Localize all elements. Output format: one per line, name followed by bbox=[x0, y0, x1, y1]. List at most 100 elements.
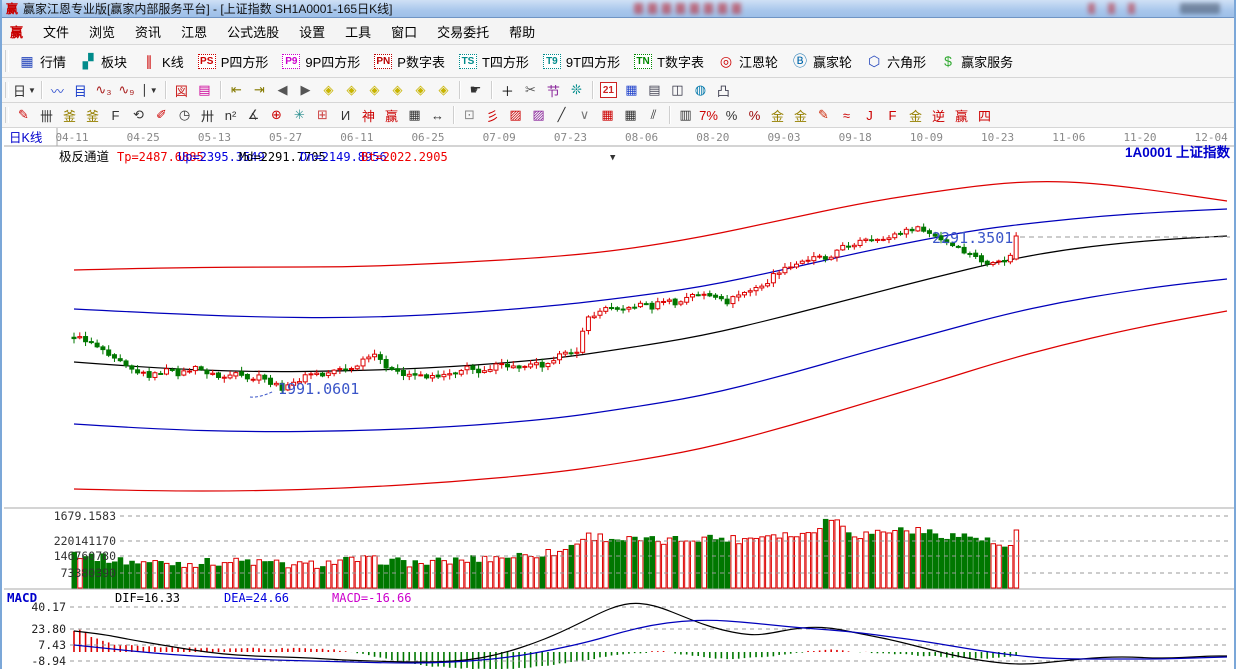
wave-3-icon[interactable]: ∿₃ bbox=[93, 80, 114, 100]
dense-grid-icon[interactable]: ▦ bbox=[597, 105, 618, 125]
first-bar-icon[interactable]: ⇤ bbox=[226, 80, 247, 100]
kline-chart-canvas[interactable]: 日K线04-1104-2505-1305-2706-1106-2507-0907… bbox=[2, 128, 1236, 669]
p-square-button[interactable]: PSP四方形 bbox=[191, 50, 276, 73]
comb2-icon[interactable]: 卅 bbox=[197, 105, 218, 125]
gold-line-icon[interactable]: 金 bbox=[790, 105, 811, 125]
shrink-h-icon[interactable]: ◈ bbox=[387, 80, 408, 100]
star-burst-icon[interactable]: ✳ bbox=[289, 105, 310, 125]
hand-tool-icon[interactable]: ☛ bbox=[465, 80, 486, 100]
draw-pen-icon[interactable]: ✎ bbox=[13, 105, 34, 125]
expand-v-icon[interactable]: ◈ bbox=[410, 80, 431, 100]
menu-item-9[interactable]: 帮助 bbox=[499, 22, 545, 43]
indicator-name[interactable]: 极反通道 bbox=[59, 150, 110, 164]
network-icon[interactable]: ◍ bbox=[690, 80, 711, 100]
ying-icon[interactable]: 赢 bbox=[381, 105, 402, 125]
ni-tool-icon[interactable]: 逆 bbox=[928, 105, 949, 125]
crosshair-tool-icon[interactable]: ＋ bbox=[497, 80, 518, 100]
mark-tool-icon[interactable]: 节 bbox=[543, 80, 564, 100]
next-bar-icon[interactable]: ▶ bbox=[295, 80, 316, 100]
wave-ab-icon[interactable]: ≈ bbox=[836, 105, 857, 125]
kline-button[interactable]: ∥K线 bbox=[134, 50, 191, 73]
n-square-icon[interactable]: n² bbox=[220, 105, 241, 125]
annotate-tool-icon[interactable]: ✂ bbox=[520, 80, 541, 100]
period-label[interactable]: 日K线 bbox=[9, 131, 43, 145]
grid-123-icon[interactable]: ▦ bbox=[404, 105, 425, 125]
gold-segment-icon[interactable]: 釜 bbox=[59, 105, 80, 125]
pct-strike-icon[interactable]: 7% bbox=[698, 105, 719, 125]
spiral-icon[interactable]: ⟲ bbox=[128, 105, 149, 125]
calendar-icon[interactable]: 21 bbox=[598, 80, 619, 100]
shen-icon[interactable]: 神 bbox=[358, 105, 379, 125]
chart-style-icon[interactable]: 〰 bbox=[47, 80, 68, 100]
web-grid-icon[interactable]: ⊞ bbox=[312, 105, 333, 125]
cycle-clock-icon[interactable]: ◷ bbox=[174, 105, 195, 125]
winner-wheel-button[interactable]: Ⓑ赢家轮 bbox=[785, 50, 859, 73]
hexagon-button[interactable]: ⬡六角形 bbox=[859, 50, 933, 73]
slash-lines-icon[interactable]: ⫽ bbox=[643, 105, 664, 125]
menu-item-4[interactable]: 公式选股 bbox=[217, 22, 289, 43]
info-list-icon[interactable]: 目 bbox=[70, 80, 91, 100]
box-grid-icon[interactable]: ▦ bbox=[620, 105, 641, 125]
menu-item-0[interactable]: 文件 bbox=[33, 22, 79, 43]
measure-bars-icon[interactable]: ▥ bbox=[675, 105, 696, 125]
red-pen-icon[interactable]: ✐ bbox=[151, 105, 172, 125]
trend-line-icon[interactable]: ╱ bbox=[551, 105, 572, 125]
save-icon[interactable]: ◫ bbox=[667, 80, 688, 100]
last-bar-icon[interactable]: ⇥ bbox=[249, 80, 270, 100]
layout-icon[interactable]: ⊡ bbox=[459, 105, 480, 125]
pct-line-icon[interactable]: % bbox=[744, 105, 765, 125]
purple-grid-icon[interactable]: ▨ bbox=[528, 105, 549, 125]
gann-comb-icon[interactable]: 卌 bbox=[36, 105, 57, 125]
ying2-icon[interactable]: 赢 bbox=[951, 105, 972, 125]
brush-icon[interactable]: ✎ bbox=[813, 105, 834, 125]
scroll-right-icon[interactable]: ◈ bbox=[341, 80, 362, 100]
symbol-label[interactable]: 1A0001 上证指数 bbox=[1125, 144, 1231, 160]
t-table-button[interactable]: TNT数字表 bbox=[627, 50, 711, 73]
candle-type-icon[interactable]: ∣▼ bbox=[139, 80, 160, 100]
k-mark-icon[interactable]: И bbox=[335, 105, 356, 125]
calculator-icon[interactable]: ▦ bbox=[621, 80, 642, 100]
gold-segment2-icon[interactable]: 釜 bbox=[82, 105, 103, 125]
t-square-button[interactable]: TST四方形 bbox=[452, 50, 536, 73]
9t-square-button[interactable]: T99T四方形 bbox=[536, 50, 627, 73]
sectors-button[interactable]: ▞板块 bbox=[73, 50, 134, 73]
wave-9-icon[interactable]: ∿₉ bbox=[116, 80, 137, 100]
si-tool-icon[interactable]: 四 bbox=[974, 105, 995, 125]
f-line-icon[interactable]: F bbox=[882, 105, 903, 125]
chart-area[interactable]: 日K线04-1104-2505-1305-2706-1106-2507-0907… bbox=[2, 128, 1236, 669]
winner-service-button[interactable]: $赢家服务 bbox=[933, 50, 1020, 73]
compass-icon[interactable]: ⊕ bbox=[266, 105, 287, 125]
menu-item-2[interactable]: 资讯 bbox=[125, 22, 171, 43]
scroll-left-icon[interactable]: ◈ bbox=[318, 80, 339, 100]
red-grid-icon[interactable]: ▨ bbox=[505, 105, 526, 125]
p-table-button[interactable]: PNP数字表 bbox=[367, 50, 452, 73]
print-icon[interactable]: 凸 bbox=[713, 80, 734, 100]
gold-slash-icon[interactable]: 金 bbox=[905, 105, 926, 125]
notes-icon[interactable]: ▤ bbox=[644, 80, 665, 100]
fib-tool-icon[interactable]: F bbox=[105, 105, 126, 125]
angle-icon[interactable]: ∡ bbox=[243, 105, 264, 125]
span-arrow-icon[interactable]: ↔ bbox=[427, 105, 448, 125]
j-tool-icon[interactable]: J bbox=[859, 105, 880, 125]
pct-icon[interactable]: % bbox=[721, 105, 742, 125]
expand-h-icon[interactable]: ◈ bbox=[364, 80, 385, 100]
pattern-icon[interactable]: 図 bbox=[171, 80, 192, 100]
menu-item-1[interactable]: 浏览 bbox=[79, 22, 125, 43]
color-distribution-icon[interactable]: ▤ bbox=[194, 80, 215, 100]
period-selector[interactable]: 日▼ bbox=[13, 80, 36, 100]
prev-bar-icon[interactable]: ◀ bbox=[272, 80, 293, 100]
menu-item-6[interactable]: 工具 bbox=[335, 22, 381, 43]
wave-v-icon[interactable]: ∨ bbox=[574, 105, 595, 125]
gold-ring-icon[interactable]: 金 bbox=[767, 105, 788, 125]
rays-icon[interactable]: 彡 bbox=[482, 105, 503, 125]
smart-tool-icon[interactable]: ❊ bbox=[566, 80, 587, 100]
titlebar[interactable]: 赢 赢家江恩专业版[赢家内部服务平台] - [上证指数 SH1A0001-165… bbox=[2, 0, 1234, 18]
menu-item-3[interactable]: 江恩 bbox=[171, 22, 217, 43]
menu-item-7[interactable]: 窗口 bbox=[381, 22, 427, 43]
menu-item-8[interactable]: 交易委托 bbox=[427, 22, 499, 43]
indicator-dropdown-icon[interactable]: ▼ bbox=[610, 153, 616, 163]
9p-square-button[interactable]: P99P四方形 bbox=[275, 50, 367, 73]
menu-item-5[interactable]: 设置 bbox=[289, 22, 335, 43]
full-view-icon[interactable]: ◈ bbox=[433, 80, 454, 100]
gann-wheel-button[interactable]: ◎江恩轮 bbox=[711, 50, 785, 73]
